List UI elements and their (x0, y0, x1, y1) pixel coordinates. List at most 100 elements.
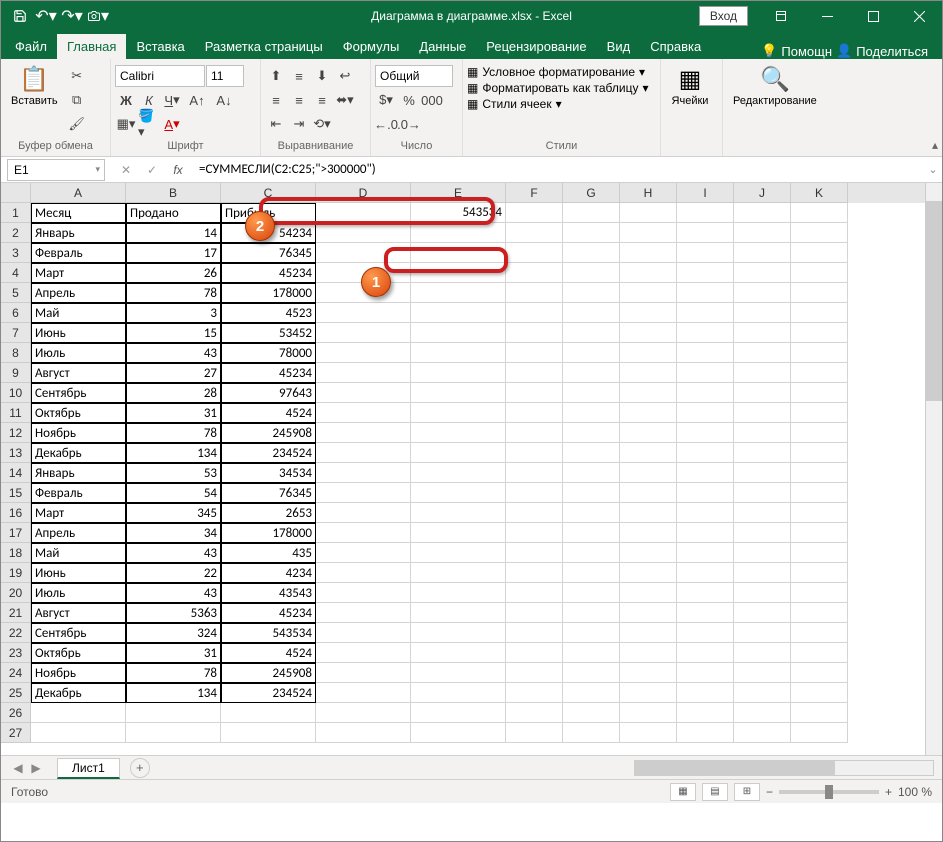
cell[interactable] (677, 323, 734, 343)
column-header[interactable]: E (411, 183, 506, 203)
cell[interactable] (791, 543, 848, 563)
cell[interactable] (563, 443, 620, 463)
cell[interactable] (791, 603, 848, 623)
cell[interactable] (316, 383, 411, 403)
redo-icon[interactable]: ↷▾ (61, 5, 83, 27)
cell[interactable] (563, 263, 620, 283)
cell[interactable] (620, 523, 677, 543)
cell[interactable]: 78 (126, 423, 221, 443)
cell[interactable] (411, 623, 506, 643)
cell[interactable] (620, 223, 677, 243)
cell[interactable] (677, 463, 734, 483)
cell[interactable]: 543534 (221, 623, 316, 643)
tab-formulas[interactable]: Формулы (333, 34, 410, 59)
cell[interactable] (316, 603, 411, 623)
cell[interactable]: Февраль (31, 243, 126, 263)
cell[interactable] (734, 203, 791, 223)
tab-help[interactable]: Справка (640, 34, 711, 59)
borders-icon[interactable]: ▦▾ (115, 113, 137, 135)
tab-data[interactable]: Данные (409, 34, 476, 59)
font-name-input[interactable] (115, 65, 205, 87)
cell[interactable] (563, 483, 620, 503)
cell[interactable] (734, 303, 791, 323)
row-header[interactable]: 2 (1, 223, 31, 243)
cell[interactable] (411, 263, 506, 283)
cell[interactable] (734, 283, 791, 303)
cell[interactable] (316, 323, 411, 343)
cell[interactable] (734, 663, 791, 683)
cell[interactable] (411, 703, 506, 723)
cell[interactable] (506, 443, 563, 463)
cell[interactable] (677, 683, 734, 703)
cell[interactable] (411, 303, 506, 323)
cell[interactable] (316, 543, 411, 563)
cell[interactable] (316, 423, 411, 443)
column-header[interactable]: D (316, 183, 411, 203)
cell[interactable]: Октябрь (31, 403, 126, 423)
cell[interactable] (411, 223, 506, 243)
cell[interactable] (411, 463, 506, 483)
cell[interactable] (506, 643, 563, 663)
cancel-formula-icon[interactable]: ✕ (115, 159, 137, 181)
paste-button[interactable]: 📋 Вставить (5, 61, 64, 109)
row-header[interactable]: 16 (1, 503, 31, 523)
cell[interactable] (316, 363, 411, 383)
cell[interactable] (791, 503, 848, 523)
cell[interactable] (411, 683, 506, 703)
cell[interactable] (506, 703, 563, 723)
cell[interactable] (791, 563, 848, 583)
cell[interactable] (563, 523, 620, 543)
cell[interactable] (316, 523, 411, 543)
copy-icon[interactable]: ⧉ (66, 89, 88, 111)
cell[interactable] (411, 363, 506, 383)
cell[interactable] (677, 583, 734, 603)
cell[interactable] (316, 623, 411, 643)
cell[interactable] (506, 663, 563, 683)
save-icon[interactable] (9, 5, 31, 27)
cell[interactable]: Ноябрь (31, 423, 126, 443)
cell[interactable] (620, 563, 677, 583)
row-header[interactable]: 20 (1, 583, 31, 603)
row-header[interactable]: 24 (1, 663, 31, 683)
cell[interactable]: Октябрь (31, 643, 126, 663)
cell[interactable] (316, 403, 411, 423)
cell[interactable] (506, 343, 563, 363)
cell[interactable] (620, 323, 677, 343)
column-header[interactable]: G (563, 183, 620, 203)
cell[interactable] (620, 583, 677, 603)
cell[interactable] (791, 703, 848, 723)
collapse-ribbon-icon[interactable]: ▴ (932, 138, 938, 152)
cell[interactable] (620, 703, 677, 723)
cell[interactable] (563, 343, 620, 363)
cell[interactable] (563, 563, 620, 583)
cell[interactable] (677, 303, 734, 323)
cell[interactable] (677, 623, 734, 643)
cell[interactable] (734, 463, 791, 483)
cell[interactable] (411, 583, 506, 603)
cell[interactable] (563, 363, 620, 383)
cell[interactable]: Август (31, 363, 126, 383)
cell[interactable]: 324 (126, 623, 221, 643)
cell[interactable]: 245908 (221, 423, 316, 443)
cell[interactable]: 45234 (221, 603, 316, 623)
column-header[interactable]: H (620, 183, 677, 203)
cell[interactable] (734, 723, 791, 743)
cell[interactable] (791, 623, 848, 643)
cell[interactable]: 53 (126, 463, 221, 483)
cell[interactable] (411, 543, 506, 563)
cell[interactable]: 543534 (411, 203, 506, 223)
cell[interactable] (563, 203, 620, 223)
cell[interactable] (791, 643, 848, 663)
cell[interactable] (506, 423, 563, 443)
cell[interactable] (677, 383, 734, 403)
tab-insert[interactable]: Вставка (126, 34, 194, 59)
vertical-scrollbar[interactable] (925, 183, 942, 755)
cell[interactable] (506, 463, 563, 483)
row-header[interactable]: 1 (1, 203, 31, 223)
ribbon-options-icon[interactable] (758, 1, 804, 31)
tab-file[interactable]: Файл (5, 34, 57, 59)
cell[interactable] (677, 283, 734, 303)
cell[interactable] (316, 223, 411, 243)
cell[interactable]: Июль (31, 343, 126, 363)
cell[interactable] (506, 363, 563, 383)
